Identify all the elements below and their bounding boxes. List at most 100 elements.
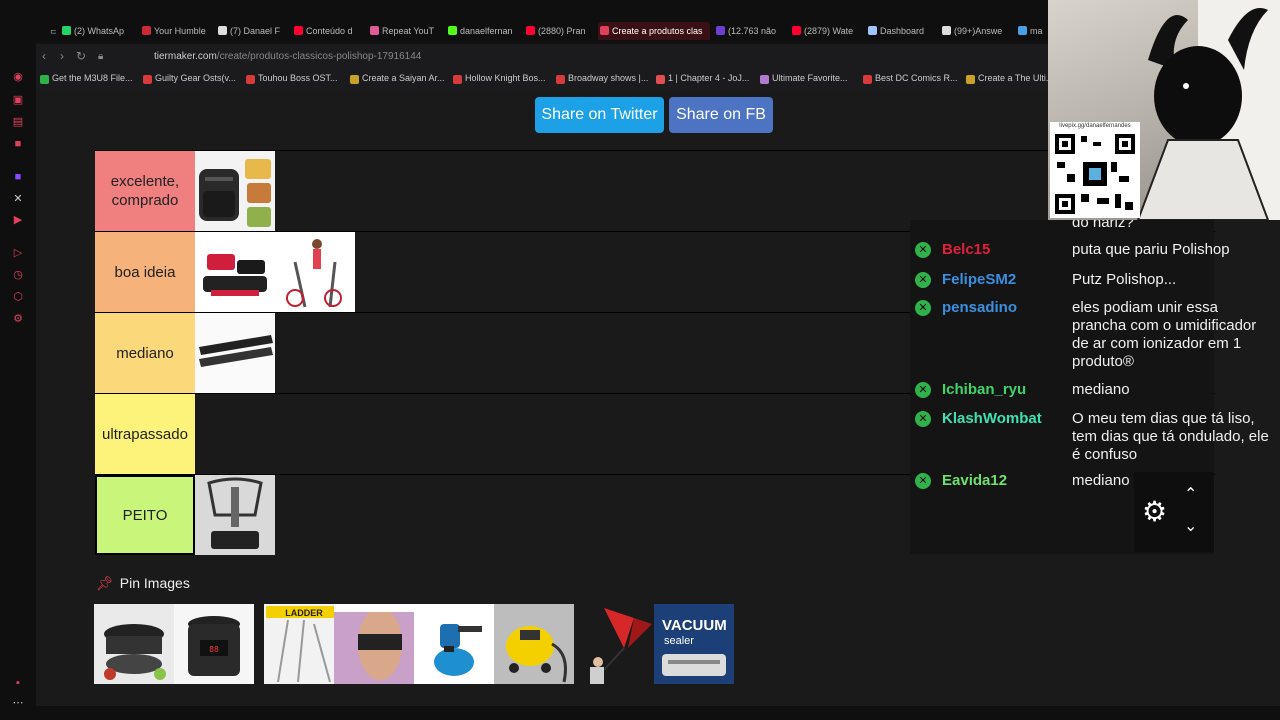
chat-username: KlashWombat (942, 410, 1042, 427)
browser-tab[interactable]: (2880) Pran (524, 22, 594, 40)
browser-tab[interactable]: (2879) Wate (790, 22, 862, 40)
gear-icon[interactable]: ⚙ (1142, 498, 1167, 526)
vacuum-sealer-image: VACUUMsealer (662, 617, 727, 676)
browser-tab[interactable]: (7) Danael F (216, 22, 286, 40)
bookmark-label: Broadway shows |... (568, 73, 649, 83)
tier-label[interactable]: boa ideia (95, 232, 195, 312)
bookmark-label: Guilty Gear Osts(v... (155, 73, 236, 83)
browser-tab[interactable]: (99+)Answe (940, 22, 1012, 40)
tier-label-editing[interactable]: PEITO (95, 475, 195, 555)
share-twitter-button[interactable]: Share on Twitter (535, 97, 664, 133)
reload-icon[interactable]: ↻ (76, 49, 86, 63)
sidebar-rail: ◎ ◉ ▣ ▤ ■ ■ ✕ ▶ ▷ ◷ ⬡ ⚙ ▪ ⋯ (0, 0, 36, 720)
chat-username: Eavida12 (942, 472, 1008, 489)
tab-favicon-icon (62, 26, 71, 35)
svg-text:VACUUM: VACUUM (662, 617, 727, 634)
verified-badge-icon: ✕ (915, 473, 931, 489)
sidebar-item-icon[interactable]: ▣ (11, 93, 25, 107)
bookmark-item[interactable]: Create a The Ulti... (966, 73, 1053, 84)
address-bar: ‹ › ↻ 🔒︎ tiermaker.com/create/produtos-c… (36, 44, 1048, 70)
bookmark-item[interactable]: Broadway shows |... (556, 73, 649, 84)
bookmark-item[interactable]: Get the M3U8 File... (40, 73, 133, 84)
bookmark-item[interactable]: 1 | Chapter 4 - JoJ... (656, 73, 749, 84)
pin-image-ladder[interactable]: LADDER (264, 604, 344, 684)
pin-image-pressure-cooker[interactable]: 88 (174, 604, 254, 684)
tier-label[interactable]: excelente, comprado (95, 151, 195, 231)
url-field[interactable]: tiermaker.com/create/produtos-classicos-… (154, 51, 421, 62)
browser-tab[interactable]: Repeat YouT (368, 22, 440, 40)
play-icon[interactable]: ▷ (11, 246, 25, 260)
history-icon[interactable]: ◷ (11, 268, 25, 282)
cookware-image (104, 624, 166, 680)
browser-tab[interactable]: ma (1016, 22, 1048, 40)
browser-tab[interactable]: danaelfernan (446, 22, 518, 40)
tier-item-elliptical[interactable] (275, 232, 355, 312)
browser-tab[interactable]: (2) WhatsAp (60, 22, 136, 40)
tier-label[interactable]: mediano (95, 313, 195, 393)
bottom-strip (0, 706, 1280, 720)
tier-label[interactable]: ultrapassado (95, 394, 195, 474)
tab-label: (99+)Answe (954, 26, 1003, 36)
bookmark-item[interactable]: Ultimate Favorite... (760, 73, 848, 84)
steam-cleaner-image (506, 626, 567, 683)
qr-code: livepix.gg/danaelfernandes (1050, 122, 1140, 218)
share-facebook-button[interactable]: Share on FB (669, 97, 773, 133)
settings-icon[interactable]: ⚙ (11, 312, 25, 326)
bookmark-label: Hollow Knight Bos... (465, 73, 546, 83)
chevron-up-icon[interactable]: ⌃ (1184, 484, 1197, 504)
bookmark-favicon-icon (656, 75, 665, 84)
forward-icon[interactable]: › (60, 49, 64, 63)
qr-code-image (1055, 134, 1135, 214)
bookmark-favicon-icon (760, 75, 769, 84)
pin-image-cookware[interactable] (94, 604, 174, 684)
tab-label: (2880) Pran (538, 26, 586, 36)
verified-badge-icon: ✕ (915, 242, 931, 258)
sidebar-item-icon[interactable]: ■ (11, 137, 25, 151)
tier-item-air-fryer[interactable] (195, 151, 275, 231)
verified-badge-icon: ✕ (915, 300, 931, 316)
pin-image-paint-sprayer[interactable] (414, 604, 494, 684)
tab-favicon-icon (526, 26, 535, 35)
bookmark-item[interactable]: Touhou Boss OST... (246, 73, 338, 84)
tab-label: (7) Danael F (230, 26, 281, 36)
svg-text:LADDER: LADDER (285, 608, 323, 618)
verified-badge-icon: ✕ (915, 411, 931, 427)
bookmark-item[interactable]: Hollow Knight Bos... (453, 73, 546, 84)
tier-item-vibration-platform[interactable] (195, 475, 275, 555)
browser-tab[interactable]: Dashboard (866, 22, 936, 40)
pin-image-steam-cleaner[interactable] (494, 604, 574, 684)
tab-favicon-icon (370, 26, 379, 35)
air-fryer-image (199, 159, 271, 227)
extensions-icon[interactable]: ⬡ (11, 290, 25, 304)
pin-image-vacuum-sealer[interactable]: VACUUM sealer (654, 604, 734, 684)
x-icon[interactable]: ✕ (11, 192, 25, 206)
chat-message-text: puta que pariu Polishop (1072, 241, 1230, 258)
browser-tab[interactable]: Conteúdo d (292, 22, 362, 40)
sidebar-item-icon[interactable]: ◉ (11, 70, 25, 84)
browser-tab[interactable]: Your Humble (140, 22, 210, 40)
bookmark-favicon-icon (40, 75, 49, 84)
twitch-icon[interactable]: ■ (11, 170, 25, 184)
tab-switcher-icon[interactable]: ▭ (36, 22, 56, 40)
bookmark-item[interactable]: Create a Saiyan Ar... (350, 73, 445, 84)
youtube-icon[interactable]: ▶ (11, 213, 25, 227)
tier-row-controls: ⚙ ⌃ ⌄ (1134, 472, 1214, 552)
tab-label: Conteúdo d (306, 26, 353, 36)
tier-label-line: PEITO (122, 506, 168, 524)
chevron-down-icon[interactable]: ⌄ (1184, 516, 1197, 536)
sidebar-item-icon[interactable]: ▤ (11, 115, 25, 129)
browser-tab[interactable]: (12.763 não (714, 22, 786, 40)
back-icon[interactable]: ‹ (42, 49, 46, 63)
chat-username: FelipeSM2 (942, 271, 1017, 288)
waist-belt-image (334, 604, 414, 680)
bookmark-item[interactable]: Best DC Comics R... (863, 73, 958, 84)
bookmark-item[interactable]: Guilty Gear Osts(v... (143, 73, 236, 84)
browser-tab-active[interactable]: Create a produtos clas (598, 22, 710, 40)
pin-image-waist-belt[interactable] (334, 604, 414, 684)
gx-icon[interactable]: ▪ (11, 676, 25, 690)
tab-favicon-icon (868, 26, 877, 35)
pin-image-umbrella[interactable] (574, 604, 654, 684)
tier-item-stepper[interactable] (195, 232, 275, 312)
tier-row-excelente: excelente, comprado (94, 150, 1215, 231)
tier-item-hair-straightener[interactable] (195, 313, 275, 393)
